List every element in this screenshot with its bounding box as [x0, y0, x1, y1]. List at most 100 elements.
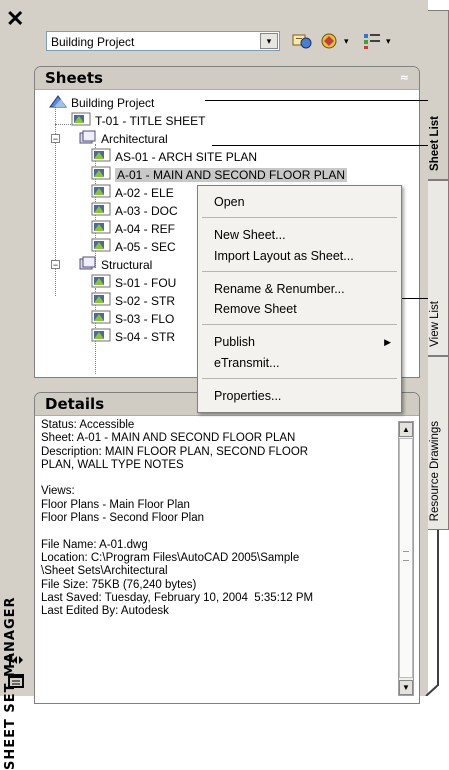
- tree-node-sheet[interactable]: A-04 - REF: [91, 220, 175, 238]
- auto-hide-icon[interactable]: [8, 653, 24, 667]
- menu-item-publish[interactable]: Publish: [214, 333, 255, 351]
- tab-view-list[interactable]: View List: [428, 180, 449, 356]
- tree-node-sheet[interactable]: AS-01 - ARCH SITE PLAN: [91, 148, 257, 166]
- tree-node-label: Building Project: [71, 96, 155, 110]
- tab-resource-drawings[interactable]: Resource Drawings: [428, 356, 449, 530]
- sheet-icon: [91, 220, 111, 239]
- details-line: Floor Plans - Second Floor Plan: [41, 512, 204, 525]
- details-line: Last Saved: Tuesday, February 10, 2004 5…: [41, 591, 314, 604]
- sheet-views-icon[interactable]: [360, 31, 384, 51]
- sheet-icon: [91, 148, 111, 167]
- tree-node-sheet[interactable]: A-03 - DOC: [91, 202, 178, 220]
- scroll-down-button[interactable]: ▼: [399, 680, 413, 695]
- tree-node-label: A-03 - DOC: [115, 204, 178, 218]
- menu-separator: [202, 217, 397, 218]
- tree-node-label: A-01 - MAIN AND SECOND FLOOR PLAN: [115, 168, 348, 182]
- details-scrollbar[interactable]: ▲ ▼: [398, 421, 414, 696]
- tree-node-label: S-01 - FOU: [115, 276, 177, 290]
- sheet-set-icon: [49, 94, 67, 113]
- details-line: [41, 472, 381, 485]
- submenu-arrow-icon: ▶: [384, 337, 391, 347]
- tree-node-sheet[interactable]: A-01 - MAIN AND SECOND FLOOR PLAN: [91, 166, 348, 185]
- menu-separator: [202, 324, 397, 325]
- details-line: File Name: A-01.dwg: [41, 538, 148, 551]
- tab-sheet-list[interactable]: Sheet List: [428, 10, 449, 180]
- tree-node-label: S-04 - STR: [115, 330, 176, 344]
- tree-node-subset[interactable]: Structural: [79, 256, 152, 274]
- menu-item-import-layout[interactable]: Import Layout as Sheet...: [214, 247, 354, 265]
- tree-node-sheet[interactable]: S-02 - STR: [91, 292, 175, 310]
- details-text: Status: Accessible Sheet: A-01 - MAIN AND…: [41, 419, 381, 618]
- sheet-icon: [91, 310, 111, 329]
- tree-node-sheet-set[interactable]: Building Project: [49, 94, 154, 112]
- chevron-down-icon[interactable]: ▾: [260, 33, 278, 49]
- sheet-icon: [91, 238, 111, 257]
- tree-node-label: A-02 - ELE: [115, 186, 174, 200]
- scroll-up-button[interactable]: ▲: [399, 422, 413, 437]
- properties-menu-icon[interactable]: [8, 674, 24, 688]
- details-panel-title: Details: [45, 395, 105, 413]
- sheet-icon: [91, 202, 111, 221]
- sheet-set-selector[interactable]: Building Project ▾: [46, 31, 280, 51]
- tree-node-label: A-04 - REF: [115, 222, 176, 236]
- details-line: Location: C:\Program Files\AutoCAD 2005\…: [41, 551, 300, 564]
- details-line: \Sheet Sets\Architectural: [41, 565, 168, 578]
- callout-leader-line: [212, 145, 430, 146]
- collapse-toggle-icon[interactable]: −: [51, 134, 60, 144]
- sheet-set-manager-palette: ✕ SHEET SET MANAGER Building Project ▾ ▾: [0, 0, 430, 770]
- details-panel: Details Status: Accessible Sheet: A-01 - …: [34, 392, 420, 704]
- sheet-icon: [91, 328, 111, 347]
- details-line: PLAN, WALL TYPE NOTES: [41, 458, 184, 471]
- chevron-down-icon[interactable]: ▾: [344, 31, 354, 51]
- close-icon[interactable]: ✕: [6, 8, 24, 30]
- menu-item-etransmit[interactable]: eTransmit...: [214, 354, 280, 372]
- palette-title: SHEET SET MANAGER: [3, 596, 18, 770]
- details-line: Views:: [41, 485, 75, 498]
- sheets-panel-title: Sheets: [45, 69, 103, 87]
- collapse-icon[interactable]: ≈: [400, 67, 409, 89]
- menu-item-properties[interactable]: Properties...: [214, 387, 281, 405]
- details-line: Last Edited By: Autodesk: [41, 605, 169, 618]
- subset-folder-icon: [79, 256, 97, 275]
- tree-node-sheet[interactable]: S-01 - FOU: [91, 274, 176, 292]
- tree-node-sheet[interactable]: S-04 - STR: [91, 328, 175, 346]
- sheet-icon: [91, 166, 111, 185]
- tree-node-sheet[interactable]: A-05 - SEC: [91, 238, 176, 256]
- menu-item-open[interactable]: Open: [214, 193, 245, 211]
- tab-resource-drawings-label: Resource Drawings: [429, 420, 441, 521]
- menu-item-rename-renumber[interactable]: Rename & Renumber...: [214, 280, 345, 298]
- tree-node-subset[interactable]: Architectural: [79, 130, 168, 148]
- chevron-down-icon[interactable]: ▾: [386, 31, 396, 51]
- tree-node-sheet[interactable]: T-01 - TITLE SHEET: [71, 112, 205, 130]
- tree-node-sheet[interactable]: S-03 - FLO: [91, 310, 174, 328]
- palette-edge: [425, 525, 439, 696]
- sheet-set-properties-icon[interactable]: [290, 31, 314, 51]
- palette-title-strip: ✕ SHEET SET MANAGER: [0, 0, 30, 770]
- tree-node-label: T-01 - TITLE SHEET: [95, 114, 206, 128]
- sheets-panel-header: Sheets ≈: [35, 67, 419, 90]
- sheet-icon: [91, 274, 111, 293]
- menu-separator: [202, 378, 397, 379]
- tree-node-label: Architectural: [101, 132, 168, 146]
- tree-node-label: Structural: [101, 258, 153, 272]
- tab-sheet-list-label: Sheet List: [429, 116, 441, 171]
- details-line: Status: Accessible: [41, 419, 135, 431]
- subset-folder-icon: [79, 130, 97, 149]
- sheet-icon: [91, 184, 111, 203]
- context-menu: Open New Sheet... Import Layout as Sheet…: [197, 185, 402, 413]
- menu-item-new-sheet[interactable]: New Sheet...: [214, 226, 286, 244]
- scroll-thumb[interactable]: [399, 438, 413, 678]
- sheet-icon: [91, 292, 111, 311]
- tree-node-label: S-03 - FLO: [115, 312, 175, 326]
- sheet-set-selector-value: Building Project: [51, 35, 135, 49]
- details-body: Status: Accessible Sheet: A-01 - MAIN AND…: [35, 416, 419, 703]
- publish-icon[interactable]: [318, 31, 342, 51]
- tree-node-label: A-05 - SEC: [115, 240, 176, 254]
- tree-node-label: S-02 - STR: [115, 294, 176, 308]
- tree-node-sheet[interactable]: A-02 - ELE: [91, 184, 174, 202]
- collapse-toggle-icon[interactable]: −: [51, 260, 60, 270]
- menu-item-remove-sheet[interactable]: Remove Sheet: [214, 300, 297, 318]
- callout-leader-line: [205, 100, 430, 101]
- menu-separator: [202, 271, 397, 272]
- details-line: Sheet: A-01 - MAIN AND SECOND FLOOR PLAN: [41, 432, 296, 445]
